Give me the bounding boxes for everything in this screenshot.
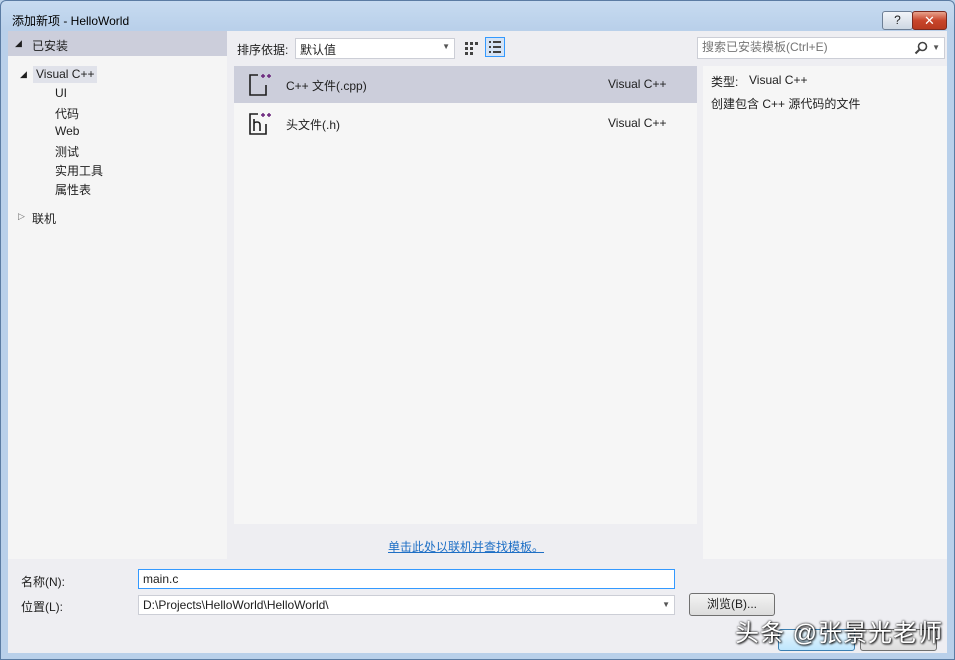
category-pane: ◢ 已安装 ◢ Visual C++ UI 代码 Web 测试 实用工具 属性表…	[8, 31, 227, 559]
tree-item-property-sheet[interactable]: 属性表	[55, 181, 91, 198]
help-button[interactable]: ?	[882, 11, 913, 30]
tree-item-test[interactable]: 测试	[55, 143, 79, 160]
template-language: Visual C++	[608, 116, 667, 130]
tree-item-online[interactable]: 联机	[32, 210, 56, 227]
expand-arrow-icon[interactable]: ▷	[18, 211, 25, 222]
template-language: Visual C++	[608, 77, 667, 91]
name-label: 名称(N):	[21, 575, 65, 589]
chevron-down-icon[interactable]: ▼	[662, 600, 670, 609]
tree-item-utility[interactable]: 实用工具	[55, 162, 103, 179]
dialog-window: 添加新项 - HelloWorld ? ✕ ◢ 已安装 ◢ Visual C++…	[0, 0, 955, 660]
tree-item-web[interactable]: Web	[55, 124, 79, 138]
installed-header[interactable]: ◢ 已安装	[8, 31, 227, 56]
type-label: 类型:	[711, 75, 739, 89]
template-name: 头文件(.h)	[286, 118, 341, 132]
expand-arrow-icon[interactable]: ◢	[20, 69, 27, 80]
collapse-arrow-icon[interactable]: ◢	[15, 38, 22, 49]
location-label: 位置(L):	[21, 600, 64, 614]
cpp-file-icon	[249, 74, 271, 96]
template-row-cpp[interactable]: C++ 文件(.cpp) Visual C++	[234, 66, 697, 103]
tree-item-ui[interactable]: UI	[55, 86, 67, 100]
chevron-down-icon[interactable]: ▼	[932, 43, 940, 52]
close-button[interactable]: ✕	[912, 11, 947, 30]
tree-item-code[interactable]: 代码	[55, 105, 79, 122]
header-file-icon	[249, 113, 271, 135]
sort-label: 排序依据:	[237, 43, 289, 57]
dialog-body: ◢ 已安装 ◢ Visual C++ UI 代码 Web 测试 实用工具 属性表…	[8, 31, 947, 653]
details-pane: 类型: Visual C++ 创建包含 C++ 源代码的文件	[703, 66, 947, 559]
search-input[interactable]	[702, 40, 907, 54]
template-description: 创建包含 C++ 源代码的文件	[711, 97, 861, 111]
list-view-icon[interactable]	[485, 37, 505, 57]
search-box[interactable]: ▼	[697, 37, 945, 59]
sort-value: 默认值	[300, 43, 337, 57]
chevron-down-icon: ▼	[442, 42, 450, 51]
grid-view-icon[interactable]	[463, 40, 479, 56]
name-field[interactable]: main.c	[138, 569, 675, 589]
location-value: D:\Projects\HelloWorld\HelloWorld\	[143, 598, 329, 612]
tree-item-visual-cpp[interactable]: Visual C++	[33, 66, 98, 83]
watermark: 头条 @张景光老师	[735, 620, 944, 647]
title-bar[interactable]: 添加新项 - HelloWorld ? ✕	[1, 1, 954, 31]
template-row-header[interactable]: 头文件(.h) Visual C++	[234, 105, 697, 142]
installed-label: 已安装	[32, 39, 69, 53]
search-icon[interactable]	[914, 41, 928, 55]
window-title: 添加新项 - HelloWorld	[12, 14, 130, 28]
location-combobox[interactable]: D:\Projects\HelloWorld\HelloWorld\ ▼	[138, 595, 675, 615]
sort-dropdown[interactable]: 默认值 ▼	[295, 38, 455, 59]
name-field-value: main.c	[143, 572, 179, 586]
online-templates-link[interactable]: 单击此处以联机并查找模板。	[388, 538, 544, 555]
template-list: C++ 文件(.cpp) Visual C++ 头文件(.h) Visual C…	[234, 66, 697, 524]
template-name: C++ 文件(.cpp)	[286, 79, 367, 93]
list-lines-icon	[489, 41, 501, 53]
type-value: Visual C++	[749, 73, 808, 87]
